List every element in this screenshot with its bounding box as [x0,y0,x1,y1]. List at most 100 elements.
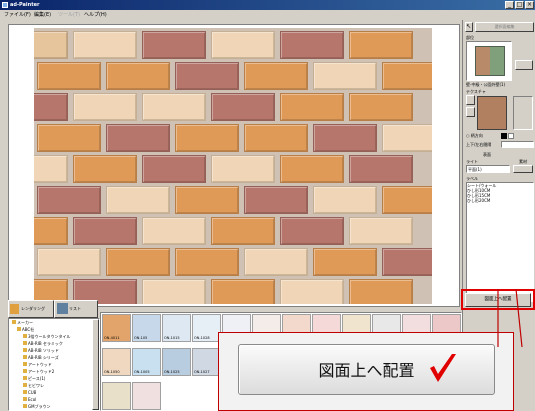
minimize-button[interactable]: _ [505,1,514,9]
thumbnail-label: ON-105 [134,336,148,340]
material-tree[interactable]: メーカー ABC社 3倍ウールタウンタイル AB-RIB セラミック AB-RIB ソリ… [8,318,100,411]
tree-item[interactable]: 3倍ウールタウンタイル [23,334,71,339]
select-tool-button[interactable]: ↖ [465,22,473,32]
brick [142,93,206,121]
label-list[interactable]: シート/ウォール ひし形10CM ひし形15CM ひし形20CM [466,182,534,302]
brick [142,155,206,183]
brick-wall-rendering [34,28,432,304]
menu-bar: ファイル(F) 編集(E) ツール(T) ヘルプ(H) [0,10,535,20]
material-dropdown[interactable] [513,165,533,173]
edit-surface-button[interactable]: 選択面編集 [475,22,534,32]
texture-slider[interactable] [513,96,533,130]
color-black-swatch[interactable] [501,133,507,139]
brick [34,93,68,121]
brick [280,217,344,245]
folder-icon [23,383,27,387]
title-bar: ad-Painter [0,0,535,10]
radio-icon: ○ [466,133,470,138]
preview-wall-face [476,47,490,75]
material-label: 素材 [519,159,527,164]
tree-item[interactable]: CUB [23,390,36,395]
tree-item[interactable]: ピース(1) [23,376,45,381]
tree-item[interactable]: AB-RIB ソリッド [23,348,59,353]
tree-item[interactable]: GMブラウン [23,404,51,409]
folder-icon [10,304,19,314]
light-dropdown[interactable]: 平面(1) [466,165,510,173]
material-thumbnail[interactable]: ON-1015 [162,314,191,342]
maximize-button[interactable]: □ [515,1,524,9]
material-thumbnail[interactable]: ON-1028 [192,314,221,342]
tree-item-label: ピース(1) [28,376,46,381]
brick [349,155,413,183]
app-window: ad-Painter _ □ × ファイル(F) 編集(E) ツール(T) ヘル… [0,0,535,411]
menu-file[interactable]: ファイル(F) [4,11,31,19]
close-button[interactable]: × [525,1,534,9]
material-thumbnail[interactable]: ON-105 [132,314,161,342]
thumbnail-label: ON-1015 [164,336,180,340]
list-icon [57,303,68,314]
tree-scrollbar[interactable] [92,319,99,410]
menu-help[interactable]: ヘルプ(H) [84,11,107,19]
material-thumbnail[interactable] [102,382,131,410]
material-thumbnail[interactable]: ON-1025 [162,348,191,376]
tree-item-label: メーカー [17,320,33,325]
material-thumbnail[interactable]: ON-1027 [192,348,221,376]
thumbnail-label: ON-1027 [194,370,210,374]
color-white-swatch[interactable] [508,133,514,139]
brick [73,93,137,121]
brick [244,124,308,152]
brick [349,279,413,304]
tree-item[interactable]: アートウッド [23,362,52,367]
brick [37,186,101,214]
material-thumbnail[interactable]: ON-1050 [102,348,131,376]
menu-edit[interactable]: 編集(E) [34,11,51,19]
app-icon [2,2,8,8]
tree-item[interactable]: ヒビワレ [23,383,44,388]
preview-caption: 壁-中級・公園外壁(1) [466,82,506,87]
light-label: ライト [466,159,478,164]
tree-item-label: AB-RIB セラミック [28,341,63,346]
brick [313,186,377,214]
brick [73,155,137,183]
tree-item[interactable]: Ecol [23,397,36,402]
spacing-input[interactable] [501,141,534,148]
folder-icon [23,397,27,401]
tree-item-label: アートウッド [28,362,52,367]
folder-icon [23,355,27,359]
brick [106,186,170,214]
thumbnail-label: ON-4011 [104,336,120,340]
texture-swatch[interactable] [477,96,507,130]
tree-item[interactable]: アートウッド2 [23,369,54,374]
tree-item[interactable]: メーカー [12,320,33,325]
fill-tool-button[interactable] [466,107,475,117]
label-list-item[interactable]: ひし形20CM [467,198,533,203]
thumbnail-label: ON-1050 [104,370,120,374]
preview-option-button[interactable] [515,60,533,70]
material-thumbnail[interactable]: ON-4011 [102,314,131,342]
tree-item[interactable]: AB-RIB シリーズ [23,355,59,360]
pattern-direction-radio[interactable]: ○ 柄方向 [466,133,483,138]
brick [244,62,308,90]
brick [142,279,206,304]
folder-icon [23,376,27,380]
folder-icon [23,334,27,338]
thumbnail-label: ON-1025 [164,370,180,374]
brick [382,124,432,152]
material-thumbnail[interactable]: ON-1005 [132,348,161,376]
tree-item[interactable]: AB-RIB セラミック [23,341,63,346]
tree-item[interactable]: ABC社 [17,327,34,332]
brick [382,62,432,90]
brick [73,31,137,59]
brick [73,217,137,245]
brush-tool-button[interactable] [466,95,475,105]
brick [142,217,206,245]
brick [106,124,170,152]
folder-icon [23,369,27,373]
brick [106,248,170,276]
brick [280,279,344,304]
material-thumbnail[interactable] [132,382,161,410]
label-list-title: ラベル [466,176,478,181]
brick [175,124,239,152]
menu-tools[interactable]: ツール(T) [58,11,80,19]
tab-rendering-label: レンダリング [21,306,45,311]
